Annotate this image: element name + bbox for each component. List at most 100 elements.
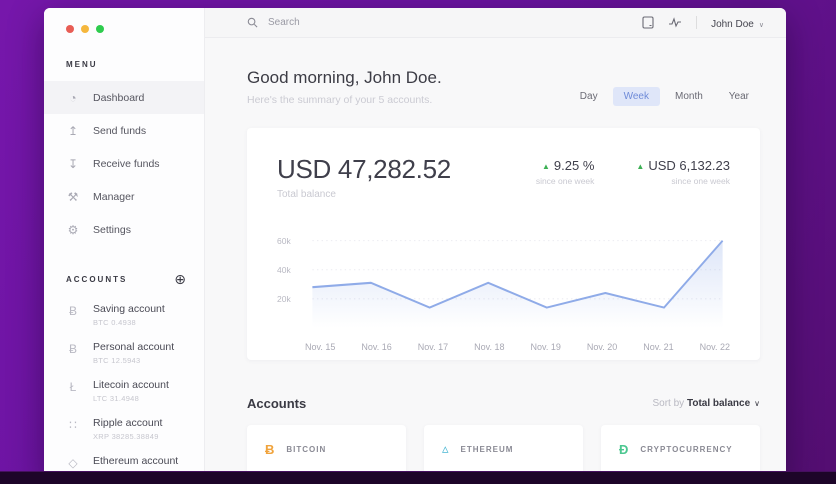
user-menu[interactable]: John Doe ∨	[711, 14, 764, 32]
content-area: John Doe ∨ Good morning, John Doe. Here's…	[205, 8, 786, 484]
sort-dropdown[interactable]: Sort by Total balance ∨	[653, 398, 761, 409]
account-balance: XRP 38285.38849	[93, 432, 159, 441]
sidebar-account-litecoin-account[interactable]: Ł Litecoin account LTC 31.4948	[44, 372, 204, 410]
sidebar-item-label: Settings	[93, 223, 131, 236]
total-balance-amount: USD 47,282.52	[277, 154, 451, 184]
y-tick-label: 60k	[277, 235, 291, 246]
sidebar-account-saving-account[interactable]: Ƀ Saving account BTC 0.4938	[44, 296, 204, 334]
crypto-card-label: BITCOIN	[286, 444, 327, 454]
menu-section-label: MENU	[66, 60, 98, 69]
top-bar: John Doe ∨	[205, 8, 786, 38]
zoom-window-icon[interactable]	[96, 25, 104, 33]
minimize-window-icon[interactable]	[81, 25, 89, 33]
crypto-card-cryptocurrency[interactable]: Ð CRYPTOCURRENCY	[601, 425, 760, 473]
triangle-up-icon: ▲	[636, 162, 645, 171]
account-name: Ethereum account	[93, 455, 179, 467]
dash-icon: Ð	[619, 441, 629, 457]
send-funds-icon: ↥	[67, 123, 79, 138]
change-value: USD 6,132.23	[648, 158, 730, 173]
accounts-section-header: ACCOUNTS ⊕	[44, 272, 204, 286]
manager-icon: ⚒	[67, 189, 79, 204]
sidebar-item-manager[interactable]: ⚒ Manager	[44, 180, 204, 213]
x-tick-label: Nov. 20	[586, 342, 618, 352]
chevron-down-icon: ∨	[754, 399, 760, 408]
sidebar-item-label: Manager	[93, 190, 135, 203]
change-value: 9.25 %	[553, 158, 595, 173]
ripple-icon: ∷	[69, 418, 77, 432]
sidebar: MENU ◔ Dashboard ↥ Send funds ↧ Receive funds…	[44, 8, 205, 484]
search-bar	[247, 17, 642, 28]
account-name: Litecoin account	[93, 379, 169, 391]
ethereum-icon: ▵	[442, 441, 449, 456]
x-tick-label: Nov. 21	[643, 342, 674, 352]
accounts-list-header: Accounts Sort by Total balance ∨	[247, 396, 760, 411]
tab-year[interactable]: Year	[718, 87, 760, 106]
range-tabs: Day Week Month Year	[569, 87, 760, 106]
sidebar-item-receive-funds[interactable]: ↧ Receive funds	[44, 147, 204, 180]
tab-month[interactable]: Month	[664, 87, 714, 106]
crypto-card-bitcoin[interactable]: Ƀ BITCOIN	[247, 425, 406, 473]
receive-funds-icon: ↧	[67, 156, 79, 171]
crypto-card-ethereum[interactable]: ▵ ETHEREUM	[424, 425, 583, 473]
page-subtitle: Here's the summary of your 5 accounts.	[247, 94, 433, 106]
menu-list: ◔ Dashboard ↥ Send funds ↧ Receive funds ⚒ Mana…	[44, 81, 204, 246]
ethereum-icon: ◇	[68, 456, 78, 470]
account-name: Personal account	[93, 341, 175, 353]
account-name: Saving account	[93, 303, 165, 315]
change-period: since one week	[671, 176, 730, 186]
accounts-section-label: ACCOUNTS	[66, 274, 128, 284]
sidebar-item-label: Receive funds	[93, 157, 160, 170]
window-controls	[44, 8, 204, 33]
bitcoin-icon: Ƀ	[68, 342, 77, 356]
sidebar-item-settings[interactable]: ⚙ Settings	[44, 213, 204, 246]
sidebar-item-send-funds[interactable]: ↥ Send funds	[44, 114, 204, 147]
x-tick-label: Nov. 17	[417, 342, 449, 352]
bitcoin-icon: Ƀ	[68, 304, 77, 318]
sidebar-item-dashboard[interactable]: ◔ Dashboard	[44, 81, 204, 114]
change-period: since one week	[535, 176, 595, 186]
crypto-cards-row: Ƀ BITCOIN ▵ ETHEREUM Ð CRYPTOCURRENCY	[247, 425, 760, 473]
sidebar-item-label: Dashboard	[93, 91, 145, 104]
search-icon	[247, 17, 258, 28]
search-input[interactable]	[268, 17, 468, 28]
total-balance-label: Total balance	[277, 189, 336, 200]
tab-week[interactable]: Week	[612, 87, 660, 106]
accounts-list: Ƀ Saving account BTC 0.4938 Ƀ Personal accou…	[44, 296, 204, 477]
balance-changes: ▲ 9.25 % since one week ▲ USD 6,132.23 since …	[536, 154, 730, 186]
crypto-card-label: CRYPTOCURRENCY	[640, 444, 733, 454]
chart-plot	[305, 220, 730, 332]
tab-day[interactable]: Day	[569, 87, 609, 106]
x-tick-label: Nov. 16	[361, 342, 392, 352]
sidebar-item-label: Send funds	[93, 124, 147, 137]
bitcoin-icon: Ƀ	[265, 441, 275, 457]
top-bar-actions: John Doe ∨	[642, 14, 764, 32]
activity-icon[interactable]	[668, 17, 682, 28]
chart-y-axis: 20k 40k 60k	[277, 220, 305, 332]
triangle-up-icon: ▲	[542, 162, 550, 171]
crypto-card-label: ETHEREUM	[460, 444, 514, 454]
y-tick-label: 40k	[277, 264, 291, 275]
user-name: John Doe	[711, 18, 754, 30]
reports-icon[interactable]	[642, 16, 654, 29]
account-balance: LTC 31.4948	[93, 394, 140, 403]
change-stat-1: ▲ 9.25 % since one week	[536, 158, 595, 186]
x-tick-label: Nov. 15	[305, 342, 336, 352]
account-balance: BTC 0.4938	[93, 318, 137, 327]
page-title: Good morning, John Doe.	[247, 68, 442, 87]
y-tick-label: 20k	[277, 293, 291, 304]
add-account-button[interactable]: ⊕	[174, 272, 186, 286]
change-stat-2: ▲ USD 6,132.23 since one week	[636, 158, 730, 186]
sort-label: Sort by	[652, 398, 685, 409]
dashboard-icon: ◔	[69, 90, 77, 105]
sidebar-account-personal-account[interactable]: Ƀ Personal account BTC 12.5943	[44, 334, 204, 372]
balance-chart: 20k 40k 60k Nov. 15 Nov. 16 Nov. 17 Nov. 18 No…	[277, 220, 730, 352]
sort-value: Total balance	[686, 398, 751, 409]
bottom-band	[0, 471, 836, 484]
x-tick-label: Nov. 22	[699, 342, 730, 352]
close-window-icon[interactable]	[66, 25, 74, 33]
balance-header: USD 47,282.52 Total balance ▲ 9.25 % since…	[277, 154, 730, 200]
x-tick-label: Nov. 19	[530, 342, 561, 352]
sidebar-account-ripple-account[interactable]: ∷ Ripple account XRP 38285.38849	[44, 410, 204, 448]
greeting-row: Good morning, John Doe. Here's the summa…	[247, 68, 760, 106]
chevron-down-icon: ∨	[758, 21, 764, 29]
